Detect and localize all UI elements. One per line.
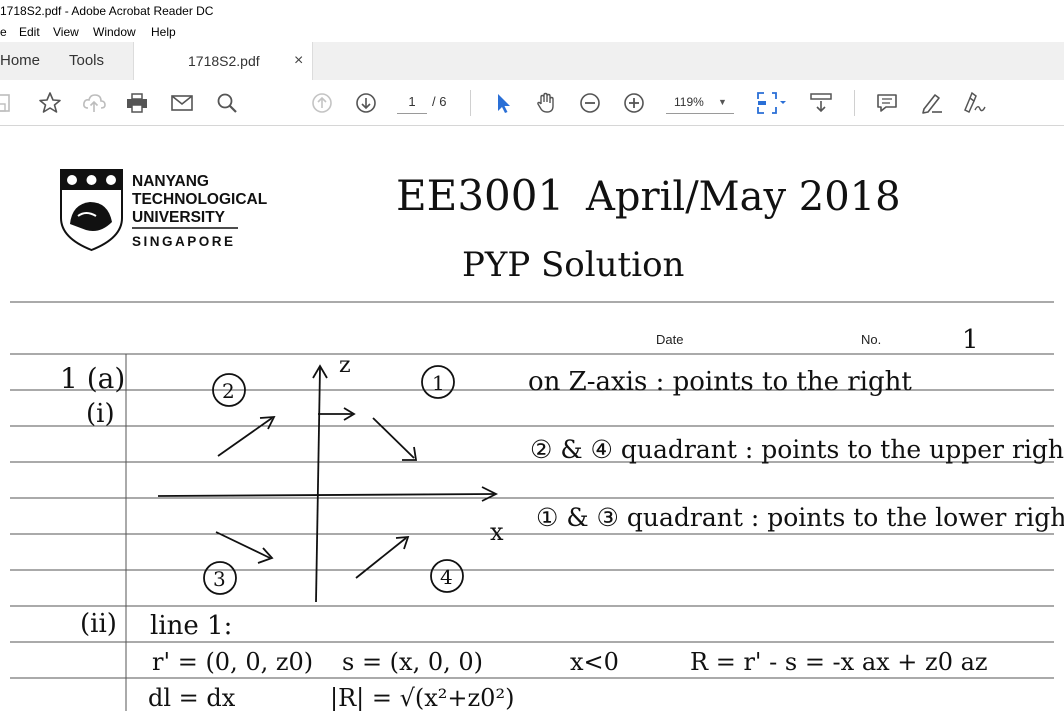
email-icon[interactable] [169, 90, 195, 116]
axis-z-label: z [339, 353, 351, 378]
toolbar-divider [470, 90, 471, 116]
no-label: No. [861, 332, 881, 347]
note-z-axis: on Z-axis : points to the right [528, 367, 912, 397]
window-title: 1718S2.pdf - Adobe Acrobat Reader DC [0, 4, 214, 18]
math-line1: line 1: [150, 611, 232, 641]
tab-home[interactable]: Home [0, 42, 40, 80]
quadrant-4-label: 4 [440, 565, 453, 589]
label-q1a: 1 (a) [60, 362, 125, 395]
comment-icon[interactable] [874, 90, 900, 116]
menu-view[interactable]: View [53, 22, 79, 42]
star-icon[interactable] [37, 90, 63, 116]
heading-date: April/May 2018 [585, 174, 901, 220]
heading-course: EE3001 [396, 171, 564, 220]
scroll-mode-icon[interactable] [808, 90, 834, 116]
sign-icon[interactable] [961, 90, 987, 116]
heading-subtitle: PYP Solution [462, 245, 684, 285]
close-icon[interactable]: × [294, 42, 303, 80]
document-page: NANYANG TECHNOLOGICAL UNIVERSITY SINGAPO… [10, 169, 1064, 711]
chevron-down-icon: ▼ [718, 97, 727, 107]
menu-file[interactable]: e [0, 22, 7, 42]
toolbar: 1 / 6 119% ▼ [0, 80, 1064, 126]
math-condition: x<0 [570, 648, 619, 676]
ntu-logo-line4: SINGAPORE [132, 234, 236, 249]
tab-document[interactable]: 1718S2.pdf × [133, 42, 313, 81]
tab-document-label: 1718S2.pdf [188, 53, 260, 69]
zoom-value: 119% [674, 95, 704, 109]
fit-page-icon[interactable] [754, 90, 788, 116]
search-icon[interactable] [214, 90, 240, 116]
math-dl: dl = dx [148, 684, 236, 711]
zoom-in-icon[interactable] [621, 90, 647, 116]
date-label: Date [656, 332, 683, 347]
menu-bar: e Edit View Window Help [0, 22, 1064, 42]
upload-icon[interactable] [81, 90, 107, 116]
hand-icon[interactable] [533, 90, 559, 116]
tab-tools[interactable]: Tools [69, 42, 104, 80]
zoom-out-icon[interactable] [577, 90, 603, 116]
highlight-pen-icon[interactable] [918, 90, 944, 116]
zoom-select[interactable]: 119% ▼ [666, 91, 734, 114]
print-icon[interactable] [124, 90, 150, 116]
page-number-input[interactable]: 1 [397, 91, 427, 114]
math-R-magnitude: |R| = √(x²+z0²) [330, 684, 514, 711]
note-quadrant-1-3: ① & ③ quadrant : points to the lower rig… [536, 503, 1064, 532]
note-quadrant-2-4: ② & ④ quadrant : points to the upper rig… [530, 435, 1064, 464]
menu-edit[interactable]: Edit [19, 22, 40, 42]
menu-window[interactable]: Window [93, 22, 136, 42]
toolbar-divider [854, 90, 855, 116]
math-r-prime: r' = (0, 0, z0) [152, 648, 313, 676]
page-number-value: 1 [962, 325, 979, 355]
page-up-icon[interactable] [309, 90, 335, 116]
ntu-logo: NANYANG TECHNOLOGICAL UNIVERSITY SINGAPO… [60, 169, 267, 252]
ntu-logo-line2: TECHNOLOGICAL [132, 191, 267, 208]
label-qi: (i) [86, 399, 115, 429]
save-icon[interactable] [0, 90, 14, 116]
math-s-vector: s = (x, 0, 0) [342, 648, 483, 676]
menu-help[interactable]: Help [151, 22, 176, 42]
window-title-bar: 1718S2.pdf - Adobe Acrobat Reader DC [0, 0, 1064, 22]
select-arrow-icon[interactable] [490, 90, 516, 116]
label-qii: (ii) [80, 609, 117, 639]
tab-bar: Home Tools 1718S2.pdf × [0, 42, 1064, 81]
document-view[interactable]: NANYANG TECHNOLOGICAL UNIVERSITY SINGAPO… [0, 126, 1064, 711]
ntu-logo-line3: UNIVERSITY [132, 209, 226, 226]
quadrant-1-label: 1 [432, 371, 445, 395]
quadrant-3-label: 3 [213, 567, 226, 591]
math-R-equation: R = r' - s = -x ax + z0 az [690, 648, 988, 676]
page-down-icon[interactable] [353, 90, 379, 116]
ntu-logo-line1: NANYANG [132, 173, 209, 190]
axis-x-label: x [490, 518, 504, 546]
page-total: / 6 [432, 94, 447, 109]
quadrant-2-label: 2 [222, 379, 235, 403]
